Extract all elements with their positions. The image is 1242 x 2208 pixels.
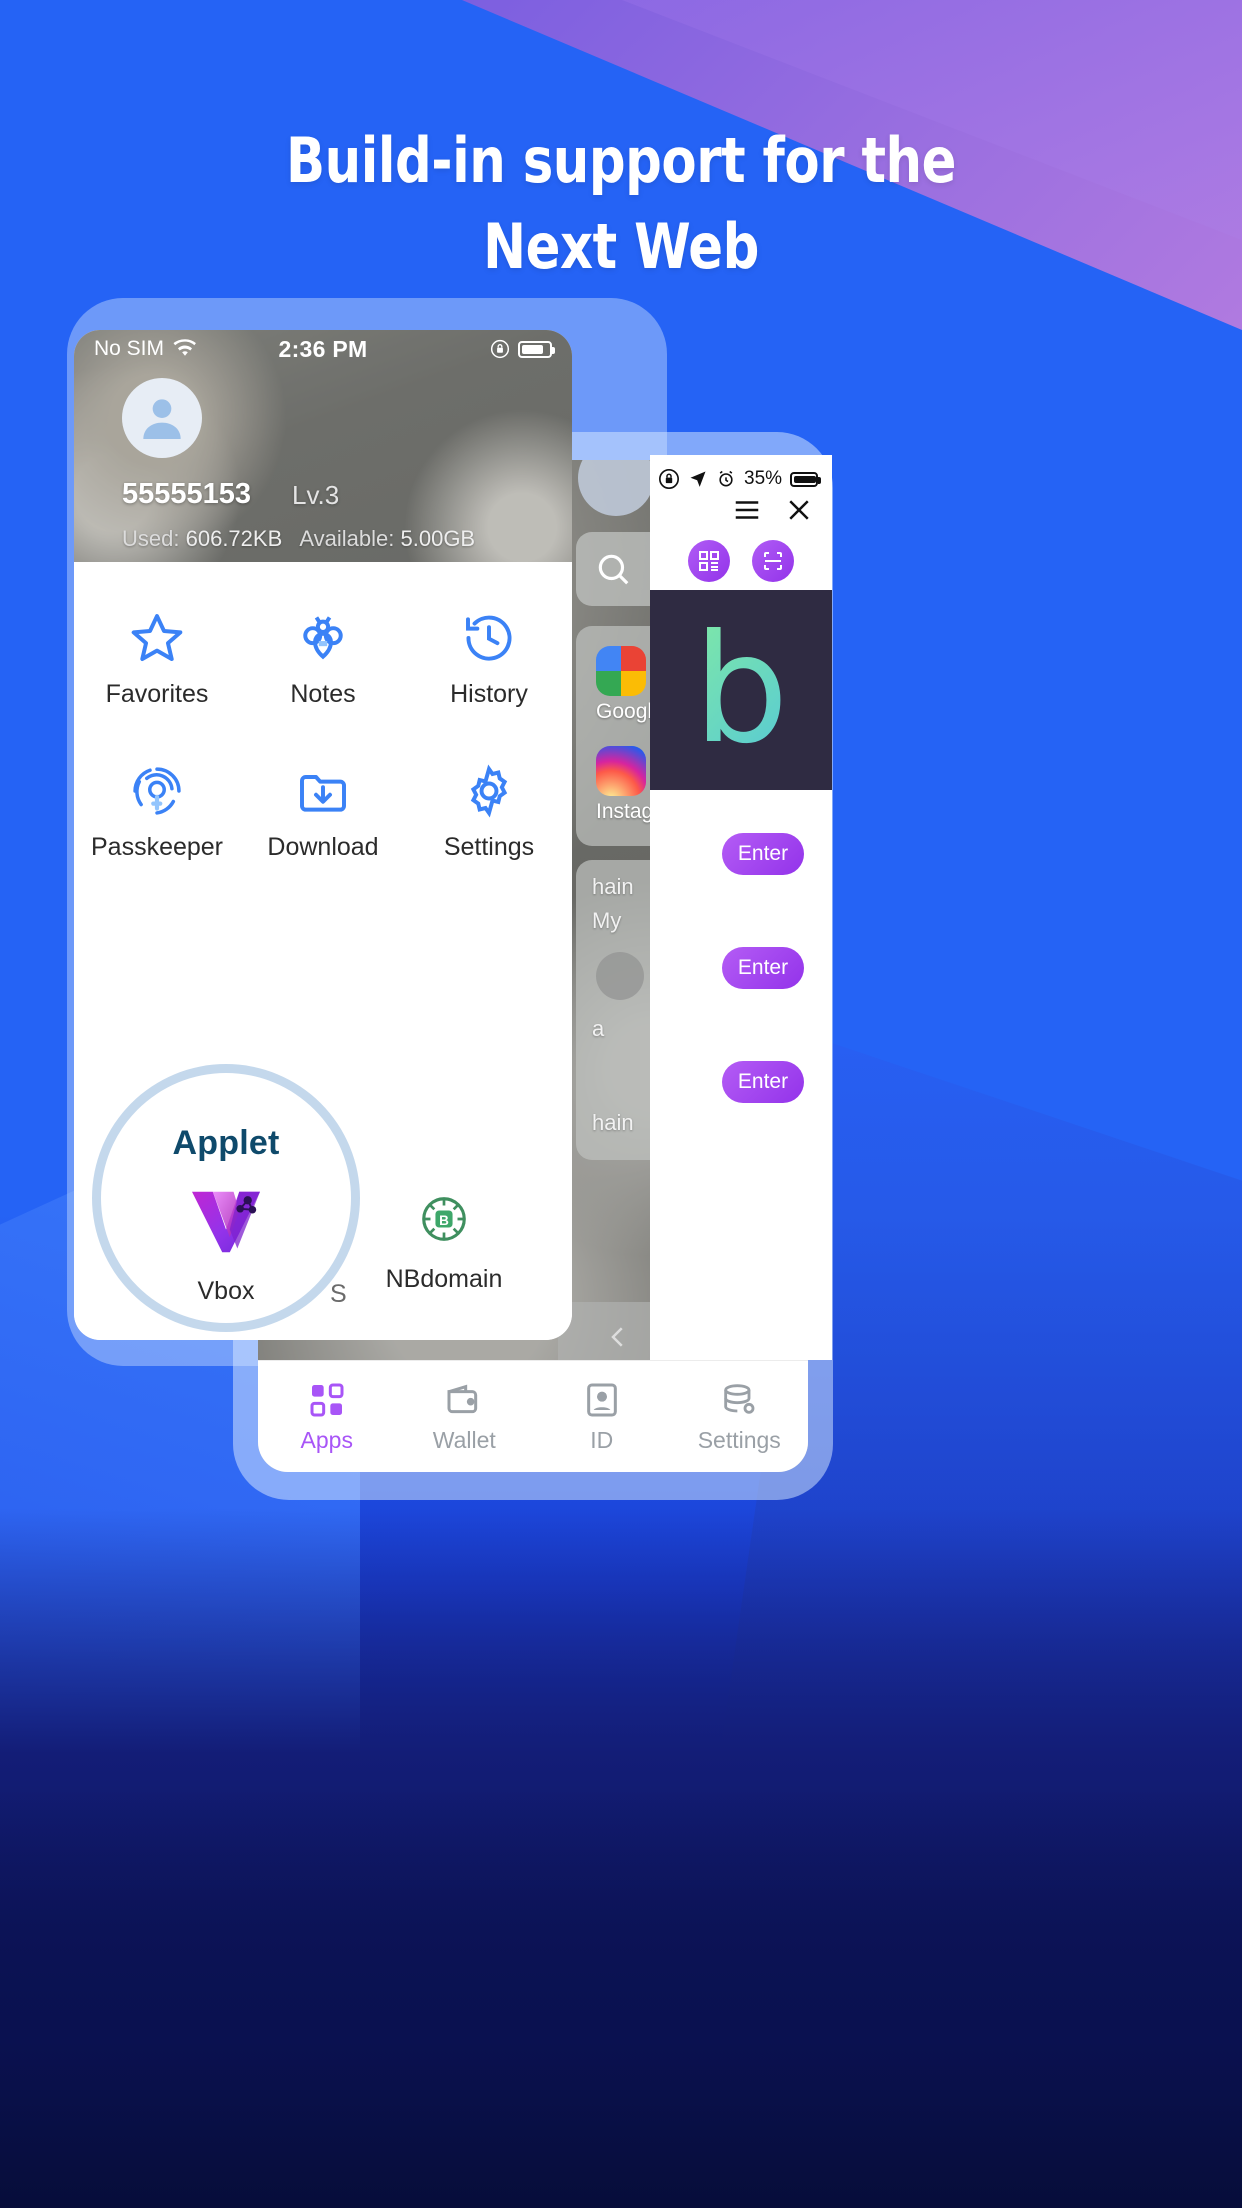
storage-summary: Used: 606.72KB Available: 5.00GB xyxy=(122,526,475,552)
menu-item-settings[interactable]: Settings xyxy=(406,763,572,862)
menu-item-passkeeper[interactable]: Passkeeper xyxy=(74,763,240,862)
battery-percent-label: 35% xyxy=(744,468,783,489)
brand-logo-letter: b xyxy=(693,603,789,777)
tab-apps[interactable]: Apps xyxy=(258,1380,396,1454)
nbdomain-logo-icon: B xyxy=(422,1197,466,1241)
database-settings-icon xyxy=(724,1383,755,1414)
storage-used-label: Used: xyxy=(122,526,180,551)
list-item[interactable]: hain xyxy=(592,1110,634,1136)
right-phone-action-chips xyxy=(650,534,832,588)
folder-download-icon xyxy=(300,775,346,812)
menu-item-label: Favorites xyxy=(105,680,209,708)
avatar xyxy=(596,952,644,1000)
right-phone-browser-panel: b Enter Enter Enter xyxy=(650,455,832,1360)
avatar[interactable] xyxy=(122,378,202,458)
storage-available-value: 5.00GB xyxy=(400,526,476,551)
avatar-icon xyxy=(143,399,181,439)
menu-item-label: Passkeeper xyxy=(90,833,224,861)
menu-item-download[interactable]: Download xyxy=(240,763,406,862)
right-phone-toolbar xyxy=(650,488,832,532)
star-icon xyxy=(131,614,183,661)
rotation-lock-icon xyxy=(490,339,510,359)
bee-icon xyxy=(303,616,343,660)
menu-item-label: Notes xyxy=(290,680,356,708)
hamburger-menu-icon[interactable] xyxy=(732,495,762,525)
qr-code-icon xyxy=(699,551,719,571)
status-right xyxy=(490,339,555,359)
vbox-logo-icon xyxy=(192,1191,260,1253)
menu-grid: Favorites Notes History Passkeeper Downl… xyxy=(74,610,572,862)
enter-button-2[interactable]: Enter xyxy=(722,947,804,989)
enter-button-3[interactable]: Enter xyxy=(722,1061,804,1103)
qr-code-chip[interactable] xyxy=(688,540,730,582)
svg-text:B: B xyxy=(439,1213,449,1228)
instagram-icon xyxy=(596,746,646,796)
scan-frame-icon xyxy=(764,552,782,570)
applet-item-label: Vbox xyxy=(197,1277,255,1305)
menu-sheet: Favorites Notes History Passkeeper Downl… xyxy=(74,562,572,1340)
headline-line-2: Next Web xyxy=(483,209,759,283)
id-card-icon xyxy=(586,1383,617,1416)
applet-item-label: NBdomain xyxy=(385,1265,503,1293)
google-icon xyxy=(596,646,646,696)
user-level-badge: Lv.3 xyxy=(292,480,340,510)
brand-logo: b xyxy=(650,590,832,790)
battery-icon xyxy=(518,340,555,358)
background-deep-navy-2 xyxy=(0,1788,1242,2208)
front-phone-status-bar: No SIM 2:36 PM xyxy=(74,330,572,368)
gear-icon xyxy=(470,764,508,818)
menu-item-label: History xyxy=(450,680,528,708)
menu-item-favorites[interactable]: Favorites xyxy=(74,610,240,709)
applet-section-title: Applet xyxy=(172,1124,280,1162)
scan-frame-chip[interactable] xyxy=(752,540,794,582)
clock-history-icon xyxy=(466,615,512,661)
chevron-left-icon xyxy=(611,1327,623,1347)
rotation-lock-icon xyxy=(659,469,679,489)
page-title: Build-in support for the Next Web xyxy=(50,118,1193,289)
alarm-icon xyxy=(719,470,733,487)
enter-button-1[interactable]: Enter xyxy=(722,833,804,875)
tab-id[interactable]: ID xyxy=(533,1380,671,1454)
tab-label: Apps xyxy=(300,1426,353,1453)
tab-label: ID xyxy=(590,1426,614,1453)
username-label: 55555153 xyxy=(122,478,252,510)
storage-available-label: Available: xyxy=(299,526,395,551)
battery-icon xyxy=(790,471,822,487)
menu-item-label: Settings xyxy=(443,833,535,861)
menu-item-notes[interactable]: Notes xyxy=(240,610,406,709)
list-item[interactable]: My xyxy=(592,908,621,934)
search-icon xyxy=(598,554,629,585)
list-item[interactable]: hain xyxy=(592,874,634,900)
bottom-tab-bar: Apps Wallet ID Settings xyxy=(258,1360,808,1472)
storage-used-value: 606.72KB xyxy=(185,526,283,551)
fingerprint-icon xyxy=(133,767,181,815)
headline-line-1: Build-in support for the xyxy=(286,124,956,197)
list-item[interactable]: a xyxy=(592,1016,604,1042)
tab-label: Settings xyxy=(697,1426,781,1453)
front-phone-screen: No SIM 2:36 PM 55555153 Lv.3 Used: 606.7… xyxy=(74,330,572,1340)
tab-label: Wallet xyxy=(432,1426,496,1453)
apps-icon xyxy=(310,1383,344,1416)
menu-item-label: Download xyxy=(267,833,379,861)
tab-settings[interactable]: Settings xyxy=(671,1380,809,1454)
location-arrow-icon xyxy=(690,471,706,487)
tab-wallet[interactable]: Wallet xyxy=(396,1380,534,1454)
applet-item-vbox[interactable]: Vbox xyxy=(92,1188,360,1306)
wallet-icon xyxy=(447,1384,478,1413)
close-icon[interactable] xyxy=(784,495,814,525)
applet-item-nbdomain[interactable]: B NBdomain xyxy=(344,1192,544,1294)
menu-item-history[interactable]: History xyxy=(406,610,572,709)
